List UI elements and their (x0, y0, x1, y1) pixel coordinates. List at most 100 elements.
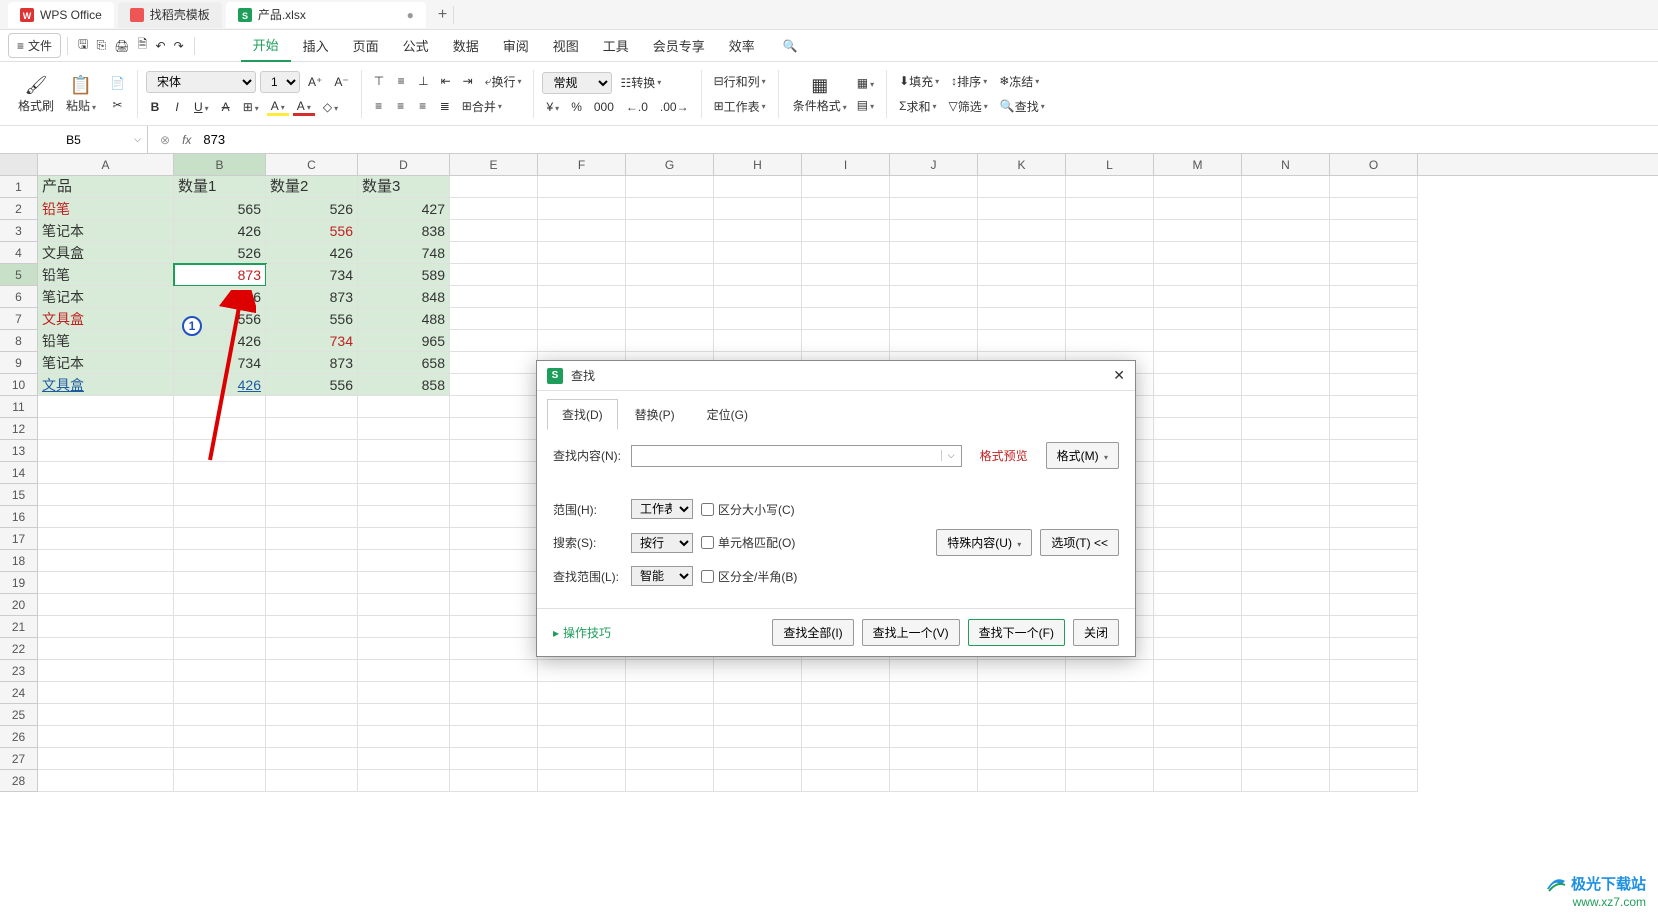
cell[interactable] (266, 396, 358, 418)
search-select[interactable]: 按行 (631, 533, 693, 553)
cell[interactable] (266, 506, 358, 528)
cell[interactable] (1330, 550, 1418, 572)
cell[interactable] (1330, 440, 1418, 462)
cell[interactable] (266, 484, 358, 506)
cell[interactable] (1154, 572, 1242, 594)
cell[interactable] (626, 726, 714, 748)
row-header[interactable]: 27 (0, 748, 38, 770)
row-header[interactable]: 18 (0, 550, 38, 572)
cell[interactable] (978, 660, 1066, 682)
search-icon[interactable]: 🔍 (779, 37, 802, 55)
cell[interactable] (890, 198, 978, 220)
cell[interactable] (1242, 176, 1330, 198)
cell[interactable] (358, 550, 450, 572)
sum-button[interactable]: Σ 求和▾ (895, 96, 940, 117)
cell[interactable] (1154, 176, 1242, 198)
cell[interactable] (1066, 660, 1154, 682)
options-button[interactable]: 选项(T) << (1040, 529, 1119, 556)
cell[interactable]: 848 (358, 286, 450, 308)
tab-goto[interactable]: 定位(G) (692, 399, 763, 430)
row-header[interactable]: 22 (0, 638, 38, 660)
cell[interactable] (1330, 374, 1418, 396)
cell[interactable] (1154, 418, 1242, 440)
cell[interactable] (1154, 352, 1242, 374)
cell[interactable] (266, 616, 358, 638)
cell[interactable] (358, 660, 450, 682)
cell[interactable] (358, 484, 450, 506)
cell[interactable] (890, 176, 978, 198)
tab-page[interactable]: 页面 (341, 30, 391, 61)
column-header-O[interactable]: O (1330, 154, 1418, 175)
cell[interactable] (450, 616, 538, 638)
cell[interactable]: 589 (358, 264, 450, 286)
cell[interactable] (1242, 770, 1330, 792)
chevron-down-icon[interactable]: ⌵ (134, 134, 141, 145)
cell[interactable] (538, 704, 626, 726)
cell[interactable] (1154, 528, 1242, 550)
cell[interactable] (1066, 286, 1154, 308)
row-header[interactable]: 2 (0, 198, 38, 220)
cell[interactable] (358, 396, 450, 418)
column-header-C[interactable]: C (266, 154, 358, 175)
case-checkbox[interactable]: 区分大小写(C) (701, 501, 795, 518)
cell[interactable] (802, 308, 890, 330)
cell[interactable] (802, 704, 890, 726)
cell[interactable] (802, 264, 890, 286)
cell[interactable] (174, 748, 266, 770)
column-header-M[interactable]: M (1154, 154, 1242, 175)
cell[interactable] (802, 330, 890, 352)
app-tab-file[interactable]: S 产品.xlsx ● (226, 2, 426, 28)
row-header[interactable]: 11 (0, 396, 38, 418)
row-header[interactable]: 24 (0, 682, 38, 704)
cell[interactable] (1330, 682, 1418, 704)
cell[interactable] (714, 660, 802, 682)
align-left-icon[interactable]: ≡ (370, 97, 388, 115)
cell[interactable] (714, 770, 802, 792)
row-header[interactable]: 12 (0, 418, 38, 440)
cell[interactable] (538, 660, 626, 682)
cell[interactable] (1330, 506, 1418, 528)
cell[interactable] (1242, 572, 1330, 594)
cell[interactable] (38, 638, 174, 660)
cell[interactable] (174, 682, 266, 704)
cell[interactable] (978, 264, 1066, 286)
row-header[interactable]: 9 (0, 352, 38, 374)
row-header[interactable]: 28 (0, 770, 38, 792)
cell[interactable] (1154, 462, 1242, 484)
column-header-B[interactable]: B (174, 154, 266, 175)
row-header[interactable]: 8 (0, 330, 38, 352)
column-header-E[interactable]: E (450, 154, 538, 175)
font-size-select[interactable]: 11 (260, 71, 300, 93)
cell[interactable]: 873 (174, 264, 266, 286)
align-middle-icon[interactable]: ≡ (392, 72, 410, 90)
cell[interactable] (1330, 242, 1418, 264)
cell[interactable] (358, 726, 450, 748)
underline-icon[interactable]: U▾ (190, 98, 213, 116)
cell[interactable] (978, 704, 1066, 726)
find-prev-button[interactable]: 查找上一个(V) (862, 619, 960, 646)
cell[interactable] (450, 594, 538, 616)
cell[interactable] (174, 484, 266, 506)
cell[interactable] (978, 220, 1066, 242)
convert-button[interactable]: ☷ 转换▾ (616, 72, 665, 93)
cell[interactable] (714, 286, 802, 308)
tab-data[interactable]: 数据 (441, 30, 491, 61)
cell[interactable] (626, 330, 714, 352)
format-painter-button[interactable]: 🖌 格式刷 (12, 71, 60, 116)
cell[interactable] (1330, 572, 1418, 594)
cell[interactable] (802, 198, 890, 220)
row-header[interactable]: 26 (0, 726, 38, 748)
cell[interactable]: 658 (358, 352, 450, 374)
cell[interactable] (1242, 682, 1330, 704)
cell[interactable] (358, 572, 450, 594)
cell[interactable] (38, 484, 174, 506)
cell[interactable] (358, 462, 450, 484)
cell[interactable] (1154, 484, 1242, 506)
cell[interactable]: 产品 (38, 176, 174, 198)
decrease-font-icon[interactable]: A⁻ (330, 73, 352, 91)
table-style-icon[interactable]: ▤▾ (853, 96, 878, 114)
cell[interactable] (38, 748, 174, 770)
column-header-F[interactable]: F (538, 154, 626, 175)
cell[interactable] (1066, 308, 1154, 330)
cell[interactable] (626, 220, 714, 242)
